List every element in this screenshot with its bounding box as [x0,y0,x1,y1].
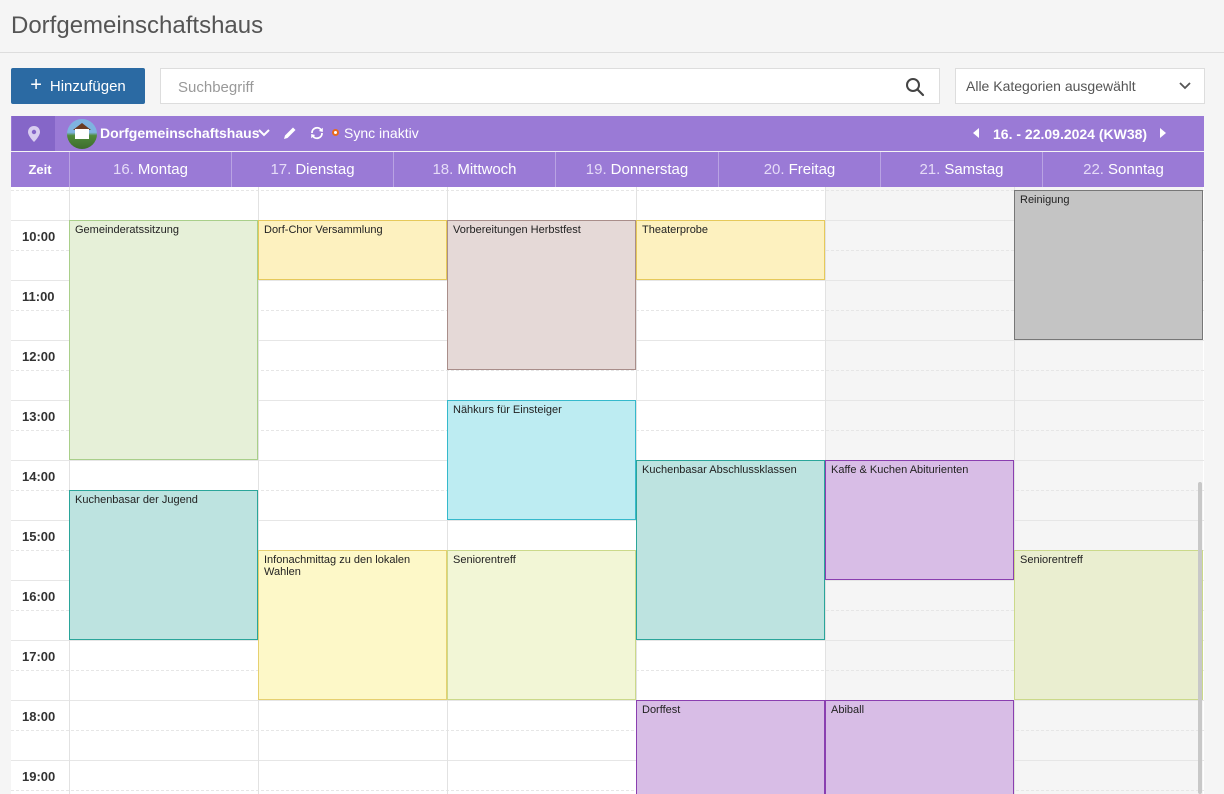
calendar-event[interactable]: Theaterprobe [636,220,825,280]
time-label: 11:00 [22,289,55,304]
day-header-4[interactable]: 20. Freitag [718,152,880,187]
event-title: Seniorentreff [453,554,516,566]
calendar-event[interactable]: Dorffest [636,700,825,794]
time-label: 14:00 [22,469,56,484]
location-avatar [67,119,97,149]
event-title: Gemeinderatssitzung [75,224,179,236]
sync-status-dot [332,129,339,136]
event-title: Kuchenbasar Abschlussklassen [642,464,797,476]
time-label: 17:00 [22,649,56,664]
map-pin-icon [27,125,40,142]
day-name: Freitag [788,161,836,178]
sync-status: Sync inaktiv [344,125,419,141]
category-select-value: Alle Kategorien ausgewählt [966,78,1136,94]
day-header-5[interactable]: 21. Samstag [880,152,1042,187]
add-button[interactable]: + Hinzufügen [11,68,145,104]
calendar-event[interactable]: Vorbereitungen Herbstfest [447,220,636,370]
event-title: Kaffe & Kuchen Abiturienten [831,464,969,476]
hour-line [11,700,1204,701]
hour-line [11,760,1204,761]
search-box [160,68,940,105]
calendar-event[interactable]: Kaffe & Kuchen Abiturienten [825,460,1014,580]
event-title: Reinigung [1020,194,1070,206]
sync-icon[interactable] [309,125,325,141]
event-title: Infonachmittag zu den lokalen Wahlen [264,554,411,578]
search-input[interactable] [176,69,880,105]
add-button-label: Hinzufügen [49,77,126,95]
event-title: Theaterprobe [642,224,709,236]
calendar-event[interactable]: Kuchenbasar der Jugend [69,490,258,640]
event-title: Seniorentreff [1020,554,1083,566]
day-name: Donnerstag [610,161,689,178]
calendar-event[interactable]: Seniorentreff [1014,550,1203,700]
calendar-event[interactable]: Gemeinderatssitzung [69,220,258,460]
day-name: Sonntag [1107,161,1164,178]
calendar-event[interactable]: Reinigung [1014,190,1203,340]
day-number: 18. [432,161,454,178]
pencil-icon[interactable] [282,125,298,141]
day-number: 16. [113,161,134,178]
half-hour-line [11,730,1204,731]
next-week-icon[interactable] [1160,128,1166,138]
event-title: Abiball [831,704,865,716]
day-number: 21. [919,161,941,178]
search-icon[interactable] [905,77,925,97]
calendar-event[interactable]: Dorf-Chor Versammlung [258,220,447,280]
day-name: Samstag [944,161,1004,178]
day-number: 20. [763,161,785,178]
event-title: Vorbereitungen Herbstfest [453,224,581,236]
event-title: Dorf-Chor Versammlung [264,224,383,236]
day-number: 19. [585,161,607,178]
time-column-header: Zeit [28,162,52,177]
day-name: Dienstag [295,161,355,178]
day-name: Montag [137,161,188,178]
calendar-event[interactable]: Abiball [825,700,1014,794]
event-title: Nähkurs für Einsteiger [453,404,562,416]
day-header-1[interactable]: 17. Dienstag [231,152,393,187]
time-label: 13:00 [22,409,56,424]
calendar-event[interactable]: Infonachmittag zu den lokalen Wahlen [258,550,447,700]
page-title: Dorfgemeinschaftshaus [11,12,264,39]
day-header-0[interactable]: 16. Montag [69,152,231,187]
day-header-3[interactable]: 19. Donnerstag [555,152,718,187]
time-label: 15:00 [22,529,56,544]
calendar-toolbar: Dorfgemeinschaftshaus Sync inaktiv 16. -… [11,116,1204,151]
event-title: Dorffest [642,704,681,716]
time-label: 18:00 [22,709,56,724]
location-name[interactable]: Dorfgemeinschaftshaus [100,125,259,141]
chevron-down-icon[interactable] [257,126,271,140]
title-divider [0,52,1224,53]
time-label: 16:00 [22,589,56,604]
calendar-grid: 10:00 11:00 12:00 13:00 14:00 15:00 16:00 17:00… [11,187,1204,794]
day-number: 17. [270,161,292,178]
time-label: 12:00 [22,349,56,364]
day-number: 22. [1083,161,1104,178]
plus-icon: + [30,74,42,96]
day-header-2[interactable]: 18. Mittwoch [393,152,555,187]
event-title: Kuchenbasar der Jugend [75,494,198,506]
calendar-header: Zeit 16. Montag 17. Dienstag 18. Mittwoch 19. D… [11,152,1204,187]
week-range: 16. - 22.09.2024 (KW38) [993,126,1148,142]
prev-week-icon[interactable] [973,128,979,138]
time-label: 19:00 [22,769,56,784]
calendar-event[interactable]: Seniorentreff [447,550,636,700]
calendar-event[interactable]: Kuchenbasar Abschlussklassen [636,460,825,640]
category-select[interactable]: Alle Kategorien ausgewählt [955,68,1205,104]
chevron-down-icon [1179,82,1191,90]
time-label: 10:00 [22,229,56,244]
day-name: Mittwoch [457,161,517,178]
vertical-scrollbar[interactable] [1198,482,1202,794]
half-hour-line [11,790,1204,791]
calendar-event[interactable]: Nähkurs für Einsteiger [447,400,636,520]
location-pin-button[interactable] [12,116,55,151]
day-header-6[interactable]: 22. Sonntag [1042,152,1204,187]
